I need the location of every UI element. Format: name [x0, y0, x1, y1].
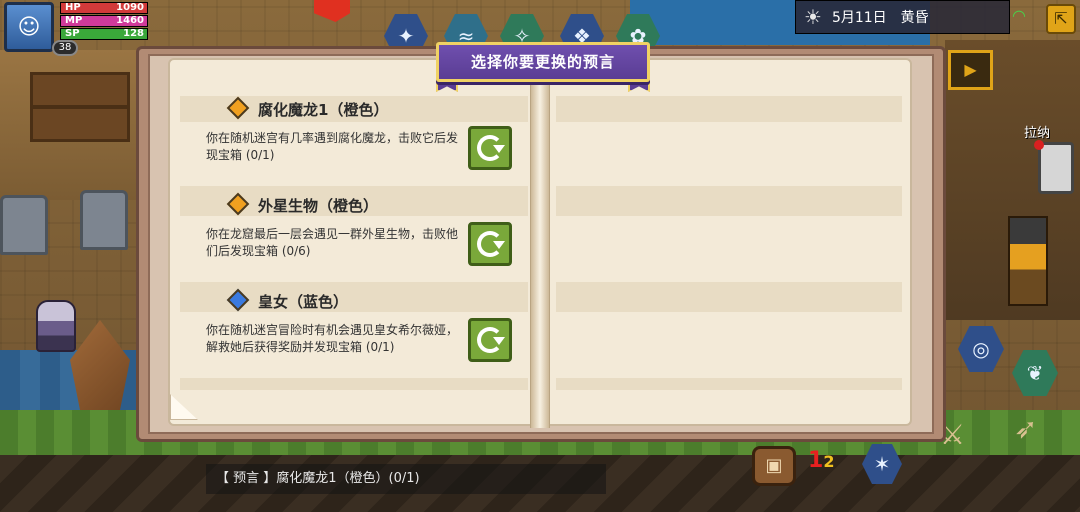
prophecy-description: 你在随机迷宫有几率遇到腐化魔龙，击败它后发现宝箱 (0/1): [206, 131, 459, 162]
sp-value: 128: [123, 28, 144, 39]
date-text: 5月11日: [831, 10, 887, 26]
date-time-display: ☀ 5月11日 黄昏: [795, 0, 1010, 34]
prophecy-title: 外星生物（橙色）: [258, 196, 379, 215]
refresh-icon: [477, 327, 505, 353]
shop-shelf: [30, 72, 130, 142]
play-icon[interactable]: ▶: [948, 50, 993, 90]
sp-bar: SP 128: [60, 28, 148, 40]
phone-icon[interactable]: [1038, 142, 1074, 194]
row-stripe: [556, 282, 902, 312]
mp-value: 1460: [116, 15, 144, 26]
refresh-icon: [477, 135, 505, 161]
player-level-badge: 38: [52, 40, 78, 56]
prophecy-title: 皇女（蓝色）: [258, 292, 349, 311]
replace-prophecy-button[interactable]: [468, 126, 512, 170]
bow-icon[interactable]: ➶: [1014, 412, 1037, 445]
exit-button[interactable]: ⇱: [1046, 4, 1076, 34]
wifi-icon: ◠: [1012, 6, 1026, 25]
tree-sprite: [70, 320, 130, 420]
lamp-post: [1008, 216, 1048, 306]
player-avatar[interactable]: ☺: [4, 2, 54, 52]
side-label: 拉纳: [1024, 126, 1051, 141]
mp-label: MP: [65, 15, 83, 26]
row-stripe: [556, 96, 902, 122]
sp-label: SP: [65, 28, 80, 39]
mp-bar: MP 1460: [60, 15, 148, 27]
row-stripe: [556, 378, 902, 390]
hp-label: HP: [65, 2, 81, 13]
time-of-day-text: 黄昏: [900, 10, 929, 26]
dialog-title: 选择你要更换的预言: [436, 42, 650, 82]
tombstone: [0, 195, 48, 255]
row-stripe: [556, 186, 902, 216]
skill-hex-icon[interactable]: ◎: [958, 326, 1004, 372]
replace-prophecy-button[interactable]: [468, 222, 512, 266]
hp-bar: HP 1090: [60, 2, 148, 14]
red-arrow-marker: [314, 0, 350, 22]
replace-prophecy-button[interactable]: [468, 318, 512, 362]
tombstone: [80, 190, 128, 250]
notification-dot: [1034, 140, 1044, 150]
refresh-icon: [477, 231, 505, 257]
prophecy-description: 你在龙窟最后一层会遇见一群外星生物，击败他们后发现宝箱 (0/6): [206, 227, 459, 258]
weapon-swap-icon[interactable]: 12: [808, 448, 834, 473]
npc-character[interactable]: [36, 300, 76, 352]
prophecy-title: 腐化魔龙1（橙色）: [258, 100, 389, 119]
prophecy-description: 你在随机迷宫冒险时有机会遇见皇女希尔薇娅，解救她后获得奖励并发现宝箱 (0/1): [206, 323, 459, 354]
sun-icon: ☀: [804, 5, 822, 29]
book-spine: [530, 56, 550, 428]
backpack-icon[interactable]: ▣: [752, 446, 796, 486]
prophecy-log-text: 【 预言 】腐化魔龙1（橙色）(0/1): [206, 464, 606, 494]
hp-value: 1090: [116, 2, 144, 13]
row-stripe: [180, 378, 528, 390]
skill-hex-icon[interactable]: ❦: [1012, 350, 1058, 396]
